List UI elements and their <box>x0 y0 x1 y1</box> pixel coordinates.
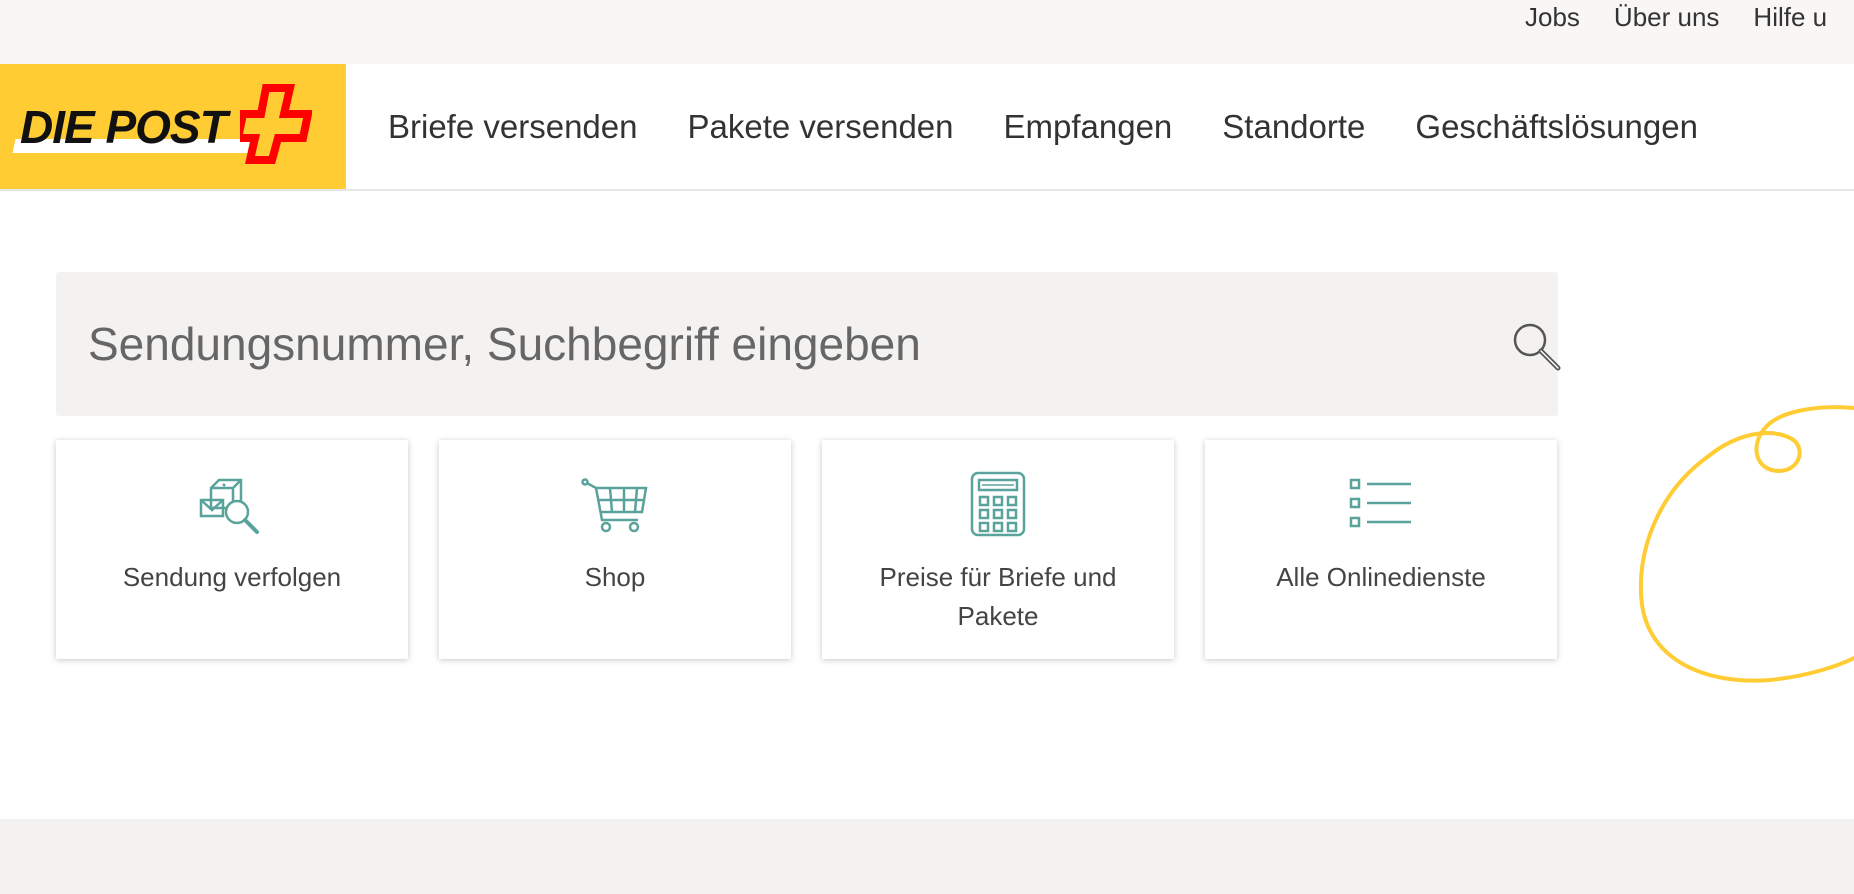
main-navigation: Briefe versenden Pakete versenden Empfan… <box>388 64 1698 189</box>
tile-label: Shop <box>584 562 646 592</box>
search-icon <box>1513 323 1561 371</box>
nav-item-pakete[interactable]: Pakete versenden <box>687 108 953 146</box>
tile-label: Preise für Briefe und Pakete <box>879 562 1117 631</box>
search-input[interactable] <box>88 310 1438 378</box>
nav-item-standorte[interactable]: Standorte <box>1222 108 1365 146</box>
jobs-link[interactable]: Jobs <box>1525 2 1580 33</box>
tile-alle-onlinedienste[interactable]: Alle Onlinedienste <box>1205 440 1557 659</box>
die-post-logo[interactable]: DIE POST <box>0 64 346 189</box>
tile-label: Sendung verfolgen <box>122 562 342 592</box>
help-link[interactable]: Hilfe u <box>1753 2 1827 33</box>
main-header: DIE POST Briefe versenden Pakete versend… <box>0 64 1854 191</box>
cart-icon <box>581 478 648 533</box>
decorative-swirl <box>1638 405 1854 683</box>
logo-wordmark: DIE POST <box>20 101 228 153</box>
list-icon <box>1349 478 1411 528</box>
search-button[interactable] <box>1508 318 1564 374</box>
parcel-search-icon <box>199 478 259 534</box>
tile-sendung-verfolgen[interactable]: Sendung verfolgen <box>56 440 408 659</box>
footer-band <box>0 819 1854 894</box>
about-link[interactable]: Über uns <box>1614 2 1720 33</box>
tile-preise[interactable]: Preise für Briefe und Pakete <box>822 440 1174 659</box>
tile-shop[interactable]: Shop <box>439 440 791 659</box>
nav-item-briefe[interactable]: Briefe versenden <box>388 108 637 146</box>
calculator-icon <box>970 471 1026 537</box>
search-box <box>56 272 1561 416</box>
top-utility-bar: Jobs Über uns Hilfe u <box>0 0 1854 64</box>
quick-access-tiles: Sendung verfolgen Shop Preise für Briefe… <box>56 440 1557 659</box>
utility-links: Jobs Über uns Hilfe u <box>1525 0 1827 34</box>
tile-label: Alle Onlinedienste <box>1276 562 1486 592</box>
swiss-cross-icon <box>240 84 312 164</box>
nav-item-empfangen[interactable]: Empfangen <box>1004 108 1173 146</box>
nav-item-geschaeftsloesungen[interactable]: Geschäftslösungen <box>1415 108 1698 146</box>
